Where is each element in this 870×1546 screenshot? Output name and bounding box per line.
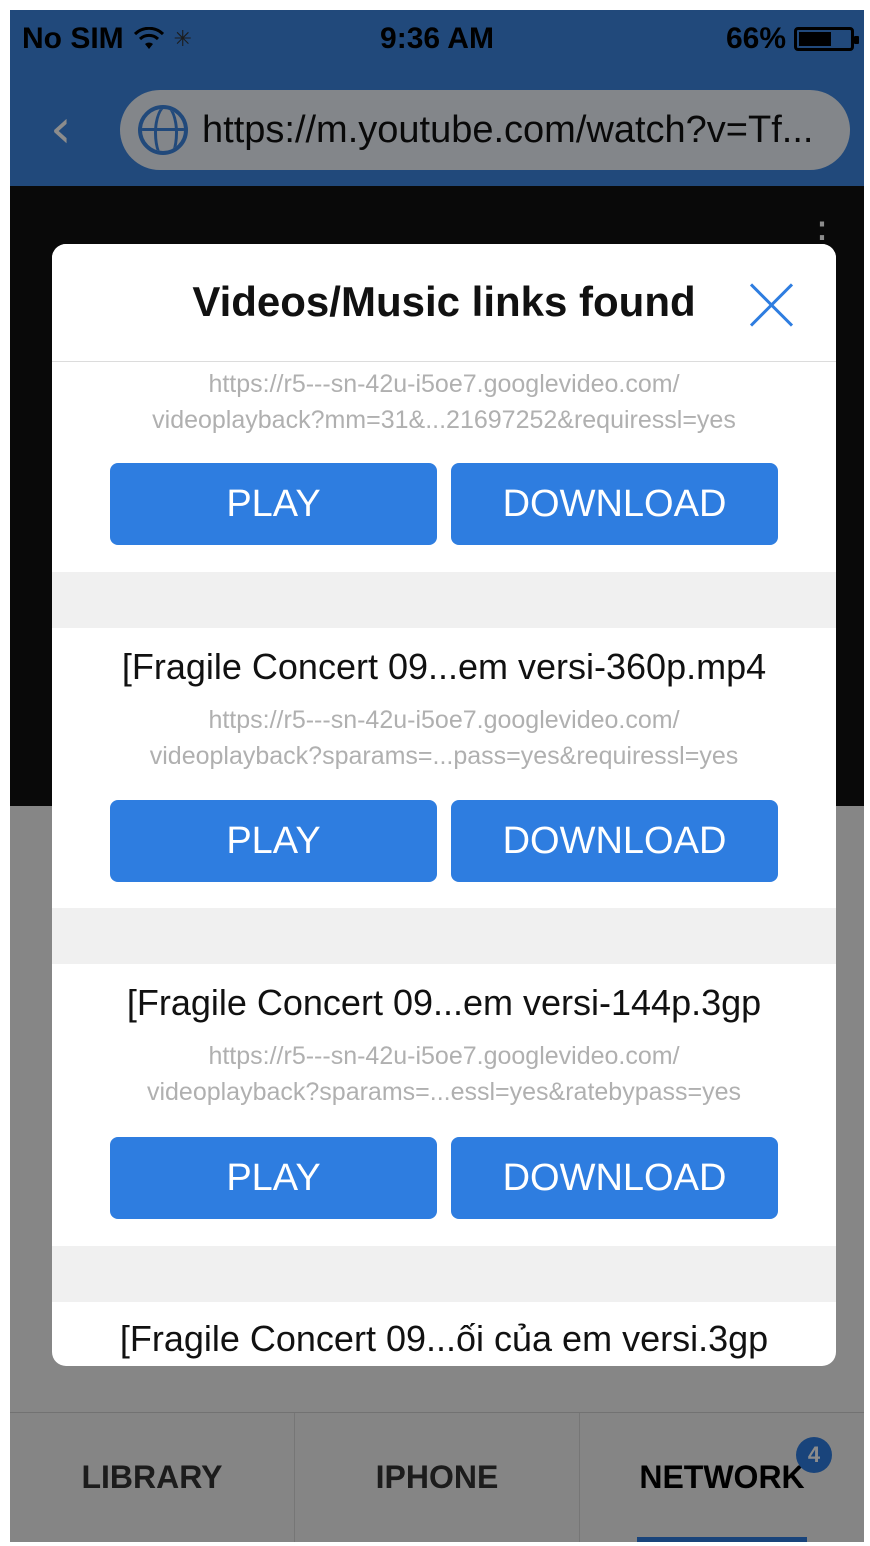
item-url-line2: videoplayback?sparams=...essl=yes&rateby… — [146, 1078, 742, 1106]
links-list[interactable]: https://r5---sn-42u-i5oe7.googlevideo.co… — [52, 362, 836, 1366]
item-separator — [52, 1246, 836, 1302]
list-item: [Fragile Concert 09...em versi-144p.3gp — [52, 982, 836, 1024]
dialog-header: Videos/Music links found — [52, 244, 836, 362]
item-url-line1: https://r5---sn-42u-i5oe7.googlevideo.co… — [208, 1042, 680, 1070]
list-item-url: https://r5---sn-42u-i5oe7.googlevideo.co… — [52, 702, 836, 774]
item-url-line2: videoplayback?mm=31&...21697252&requires… — [152, 406, 736, 434]
list-item: [Fragile Concert 09...ối của em versi.3g… — [52, 1318, 836, 1360]
item-separator — [52, 908, 836, 964]
play-button[interactable]: PLAY — [110, 1137, 437, 1219]
item-actions: PLAY DOWNLOAD — [110, 463, 778, 545]
play-button[interactable]: PLAY — [110, 463, 437, 545]
list-item: https://r5---sn-42u-i5oe7.googlevideo.co… — [52, 366, 836, 438]
item-url-line2: videoplayback?sparams=...pass=yes&requir… — [149, 742, 739, 770]
item-title: [Fragile Concert 09...ối của em versi.3g… — [119, 1318, 769, 1359]
item-actions: PLAY DOWNLOAD — [110, 1137, 778, 1219]
item-actions: PLAY DOWNLOAD — [110, 800, 778, 882]
item-title: [Fragile Concert 09...em versi-144p.3gp — [126, 982, 762, 1023]
play-button[interactable]: PLAY — [110, 800, 437, 882]
item-separator — [52, 572, 836, 628]
links-found-dialog: Videos/Music links found https://r5---sn… — [52, 244, 836, 1366]
list-item-url: https://r5---sn-42u-i5oe7.googlevideo.co… — [52, 1038, 836, 1110]
item-url-line1: https://r5---sn-42u-i5oe7.googlevideo.co… — [208, 370, 680, 398]
download-button[interactable]: DOWNLOAD — [451, 1137, 778, 1219]
dialog-title: Videos/Music links found — [192, 278, 696, 325]
download-button[interactable]: DOWNLOAD — [451, 800, 778, 882]
item-url-line1: https://r5---sn-42u-i5oe7.googlevideo.co… — [208, 706, 680, 734]
list-item: [Fragile Concert 09...em versi-360p.mp4 — [52, 646, 836, 688]
download-button[interactable]: DOWNLOAD — [451, 463, 778, 545]
item-title: [Fragile Concert 09...em versi-360p.mp4 — [121, 646, 767, 687]
close-icon[interactable] — [748, 280, 796, 328]
